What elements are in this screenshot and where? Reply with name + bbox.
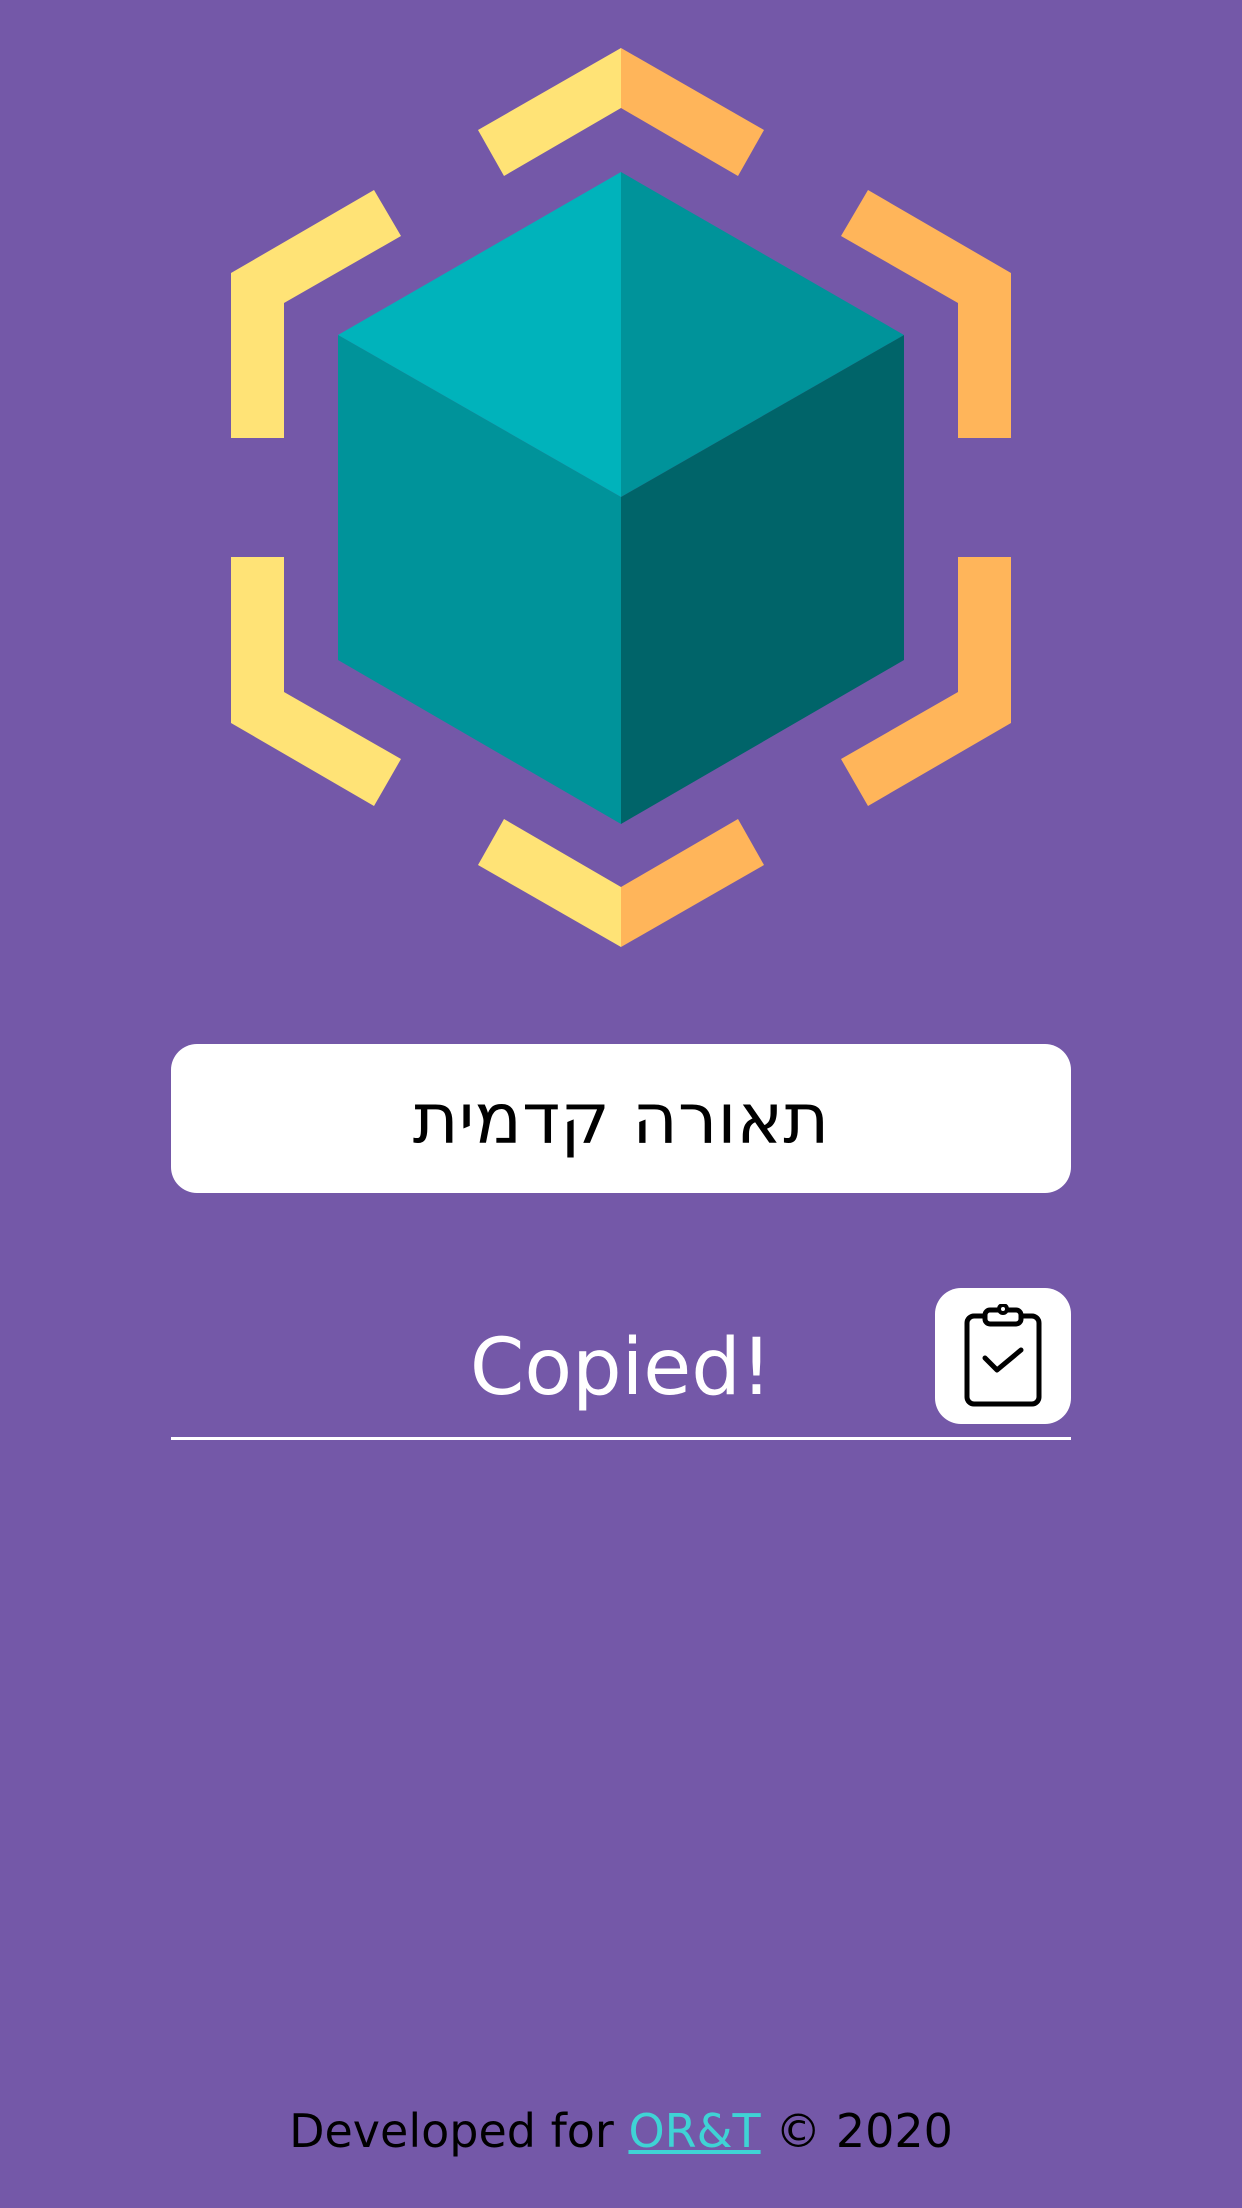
footer: Developed for OR&T © 2020 [0,2104,1242,2159]
bracket-bottom-left [478,819,621,947]
copy-button[interactable] [935,1288,1071,1424]
bracket-top-left [478,48,621,176]
copy-underline [171,1437,1071,1440]
title-text: תאורה קדמית [412,1077,830,1160]
bracket-top-right [621,48,764,176]
ort-link[interactable]: OR&T [628,2104,760,2158]
footer-prefix: Developed for [289,2104,629,2158]
cube-icon [338,172,904,824]
copy-area: Copied! [171,1288,1071,1438]
app-logo [231,48,1011,947]
title-box[interactable]: תאורה קדמית [171,1044,1071,1193]
clipboard-check-icon [964,1304,1042,1407]
bracket-bottom-right [621,819,764,947]
footer-suffix: © 2020 [760,2104,953,2158]
